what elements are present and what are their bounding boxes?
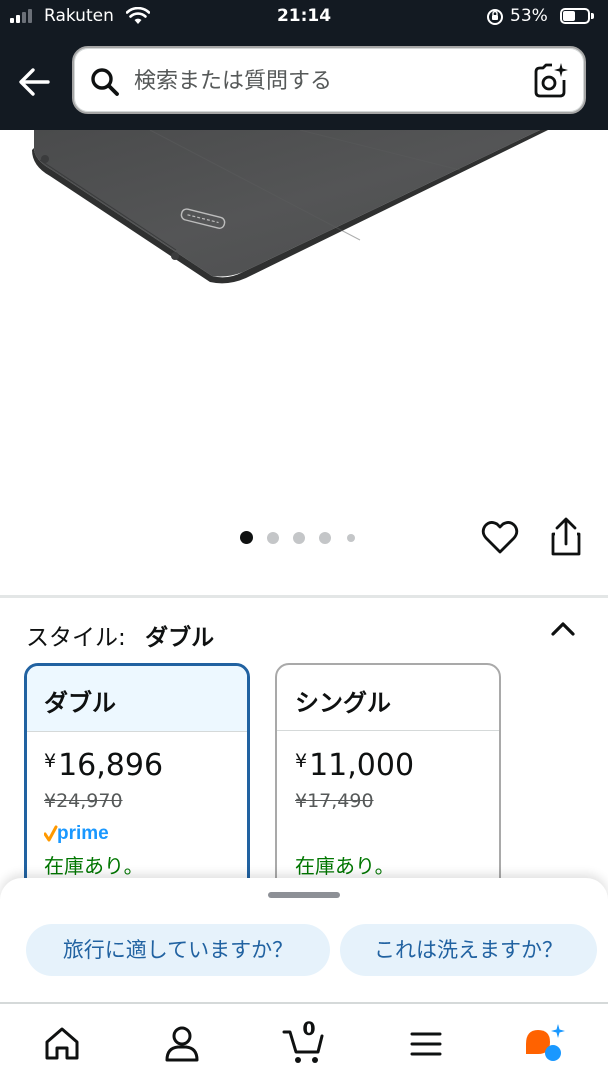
style-label: スタイル: — [26, 625, 126, 651]
battery-percent: 53% — [510, 6, 548, 26]
camera-lens-icon[interactable] — [532, 62, 570, 100]
sheet-drag-handle[interactable] — [268, 892, 340, 898]
style-option-list-price: ¥17,490 — [295, 790, 374, 812]
style-option-stock: 在庫あり。 — [44, 854, 144, 878]
sleeping-mat-image — [32, 130, 548, 284]
search-input[interactable] — [134, 60, 514, 102]
ai-suggestion-sheet: 旅行に適していますか？ これは洗えますか？ — [0, 878, 608, 1002]
bottom-navigation: 0 — [0, 1002, 608, 1080]
account-icon[interactable] — [160, 1022, 204, 1066]
home-icon[interactable] — [40, 1022, 84, 1066]
rufus-ai-icon[interactable] — [522, 1022, 566, 1066]
style-option-price: ¥11,000 — [295, 748, 415, 783]
section-divider — [0, 595, 608, 598]
prime-badge: prime — [44, 823, 109, 844]
style-selector-heading: スタイル: ダブル — [26, 618, 214, 652]
image-dot[interactable] — [346, 533, 355, 542]
image-dot-active[interactable] — [240, 531, 253, 544]
suggestion-chip-travel[interactable]: 旅行に適していますか？ — [26, 924, 330, 976]
product-image[interactable] — [0, 130, 608, 520]
image-dot[interactable] — [266, 531, 279, 544]
style-option-price: ¥16,896 — [44, 748, 164, 783]
style-option-name: シングル — [277, 665, 499, 731]
suggestion-chip-washable[interactable]: これは洗えますか？ — [340, 924, 597, 976]
heart-icon[interactable] — [480, 518, 520, 558]
orientation-lock-icon — [487, 9, 503, 25]
share-icon[interactable] — [546, 516, 586, 560]
style-option-name: ダブル — [27, 666, 247, 732]
cart-count: 0 — [302, 1018, 316, 1040]
chevron-up-icon[interactable] — [548, 614, 578, 644]
battery-icon — [560, 8, 594, 24]
image-dot[interactable] — [318, 531, 331, 544]
back-arrow-icon[interactable] — [14, 62, 56, 102]
image-dot[interactable] — [292, 531, 305, 544]
svg-text:prime: prime — [57, 823, 109, 844]
menu-icon[interactable] — [404, 1022, 448, 1066]
status-bar: Rakuten 21:14 53% — [0, 0, 608, 34]
search-icon — [91, 68, 119, 96]
style-selected-value: ダブル — [145, 625, 215, 651]
style-option-list-price: ¥24,970 — [44, 790, 123, 812]
cart-button[interactable]: 0 — [282, 1018, 326, 1066]
search-bar[interactable] — [72, 46, 586, 114]
style-option-stock: 在庫あり。 — [295, 854, 395, 878]
app-header: Rakuten 21:14 53% — [0, 0, 608, 130]
image-pagination-dots[interactable] — [240, 528, 370, 548]
